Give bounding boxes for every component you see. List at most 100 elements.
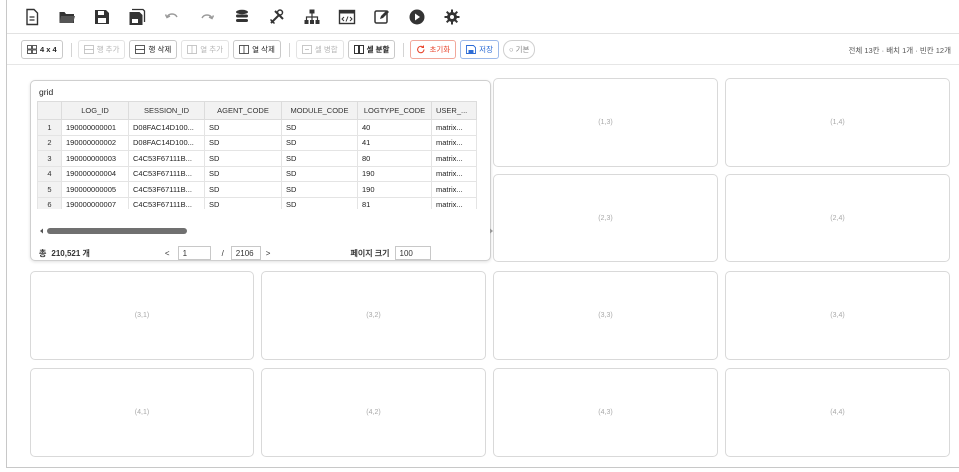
hierarchy-icon[interactable] [299,4,325,30]
table-row[interactable]: 4 190000000004 C4C53F67111B... SD SD 190 matri… [37,165,477,182]
horizontal-scrollbar[interactable] [39,226,499,236]
grid-cell-2-3[interactable]: (2,3) [493,174,718,262]
open-folder-icon[interactable] [54,4,80,30]
grid-size-button[interactable]: 4 x 4 [21,40,63,59]
save-label: 저장 [479,45,493,54]
table-cell[interactable]: 41 [357,134,432,151]
data-table-viewport[interactable]: LOG_ID SESSION_ID AGENT_CODE MODULE_CODE… [37,101,509,209]
tools-icon[interactable] [264,4,290,30]
basic-preset-button[interactable]: ○ 기본 [502,40,536,59]
database-icon[interactable] [229,4,255,30]
table-cell[interactable]: C4C53F67111B... [128,165,205,182]
cell-label: (3,3) [598,312,613,319]
column-header[interactable]: MODULE_CODE [281,101,358,120]
table-cell[interactable]: C4C53F67111B... [128,150,205,167]
save-icon[interactable] [89,4,115,30]
grid-cell-3-1[interactable]: (3,1) [30,271,254,360]
table-cell[interactable]: SD [281,134,358,151]
table-row[interactable]: 1 190000000001 D08FAC14D100... SD SD 40 matrix… [37,119,477,136]
table-cell[interactable]: 190000000004 [61,165,129,182]
table-cell[interactable]: SD [281,119,358,136]
save-button[interactable]: 저장 [460,40,499,59]
column-header[interactable]: LOGTYPE_CODE [357,101,432,120]
next-page-icon[interactable]: > [266,249,271,258]
grid-cell-3-3[interactable]: (3,3) [493,271,718,360]
row-number: 6 [37,196,62,209]
row-number: 3 [37,150,62,167]
page-separator: / [221,248,224,258]
cell-label: (4,1) [134,409,150,416]
reset-button[interactable]: 초기화 [410,40,457,59]
table-cell[interactable]: 80 [357,150,432,167]
table-cell[interactable]: 190000000005 [61,181,129,198]
table-cell[interactable]: SD [204,181,282,198]
grid-panel[interactable]: grid LOG_ID SESSION_ID AGENT_CODE MODULE… [30,80,504,261]
new-file-icon[interactable] [19,4,45,30]
add-row-button[interactable]: 행 추가 [77,40,126,59]
grid-cell-4-4[interactable]: (4,4) [725,368,950,457]
table-cell[interactable]: matrix... [431,134,477,151]
edit-icon[interactable] [369,4,395,30]
table-cell[interactable]: 190 [357,165,432,182]
column-header[interactable]: USER_... [431,101,477,120]
cell-label: (3,1) [134,312,150,319]
grid-cell-3-2[interactable]: (3,2) [261,271,486,360]
table-cell[interactable]: 40 [357,119,432,136]
grid-cell-4-1[interactable]: (4,1) [30,368,254,457]
play-icon[interactable] [404,4,430,30]
grid-cell-4-2[interactable]: (4,2) [261,368,486,457]
basic-preset-label: ○ 기본 [508,45,530,54]
table-cell[interactable]: SD [204,196,282,209]
delete-column-button[interactable]: 열 삭제 [233,40,281,59]
delete-row-icon [135,45,146,54]
table-cell[interactable]: matrix... [431,165,477,182]
table-cell[interactable]: 190000000002 [61,134,129,151]
table-cell[interactable]: SD [281,181,358,198]
grid-cell-3-4[interactable]: (3,4) [725,271,950,360]
table-cell[interactable]: matrix... [431,196,477,209]
table-row[interactable]: 3 190000000003 C4C53F67111B... SD SD 80 matrix… [37,150,477,167]
table-cell[interactable]: D08FAC14D100... [128,119,205,136]
grid-cell-1-4[interactable]: (1,4) [725,78,950,167]
grid-cell-1-3[interactable]: (1,3) [493,78,718,167]
merge-cells-button[interactable]: 셀 병합 [295,40,344,59]
table-cell[interactable]: 190000000001 [61,119,129,136]
column-header[interactable]: AGENT_CODE [204,101,282,120]
save-as-icon[interactable] [124,4,150,30]
table-row[interactable]: 2 190000000002 D08FAC14D100... SD SD 41 matrix… [37,134,477,151]
table-cell[interactable]: SD [281,196,358,209]
redo-icon[interactable] [194,4,220,30]
table-cell[interactable]: 81 [357,196,432,209]
code-window-icon[interactable] [334,4,360,30]
table-cell[interactable]: SD [204,134,282,151]
table-cell[interactable]: C4C53F67111B... [128,196,205,209]
table-cell[interactable]: SD [204,119,282,136]
table-cell[interactable]: 190 [357,181,432,198]
table-cell[interactable]: C4C53F67111B... [128,181,205,198]
table-cell[interactable]: SD [281,165,358,182]
add-column-button[interactable]: 열 추가 [181,40,230,59]
table-cell[interactable]: SD [281,150,358,167]
table-cell[interactable]: matrix... [431,119,477,136]
table-cell[interactable]: 190000000007 [61,196,129,209]
merge-cells-label: 셀 병합 [314,45,338,54]
table-cell[interactable]: SD [204,150,282,167]
table-row[interactable]: 5 190000000005 C4C53F67111B... SD SD 190 matri… [37,181,477,198]
grid-cell-2-4[interactable]: (2,4) [725,174,950,262]
delete-row-button[interactable]: 행 삭제 [129,40,178,59]
column-header[interactable]: LOG_ID [61,101,129,120]
page-size-input[interactable]: 100 [394,246,431,260]
table-cell[interactable]: D08FAC14D100... [128,134,205,151]
undo-icon[interactable] [159,4,185,30]
table-cell[interactable]: SD [204,165,282,182]
table-cell[interactable]: matrix... [431,150,477,167]
table-cell[interactable]: 190000000003 [61,150,129,167]
settings-icon[interactable] [439,4,465,30]
column-header[interactable]: SESSION_ID [128,101,205,120]
page-input[interactable]: 1 [177,246,211,260]
table-cell[interactable]: matrix... [431,181,477,198]
grid-cell-4-3[interactable]: (4,3) [493,368,718,457]
prev-page-icon[interactable]: < [165,249,170,258]
table-row[interactable]: 6 190000000007 C4C53F67111B... SD SD 81 matrix… [37,196,477,209]
split-cell-button[interactable]: 셀 분할 [347,40,396,59]
